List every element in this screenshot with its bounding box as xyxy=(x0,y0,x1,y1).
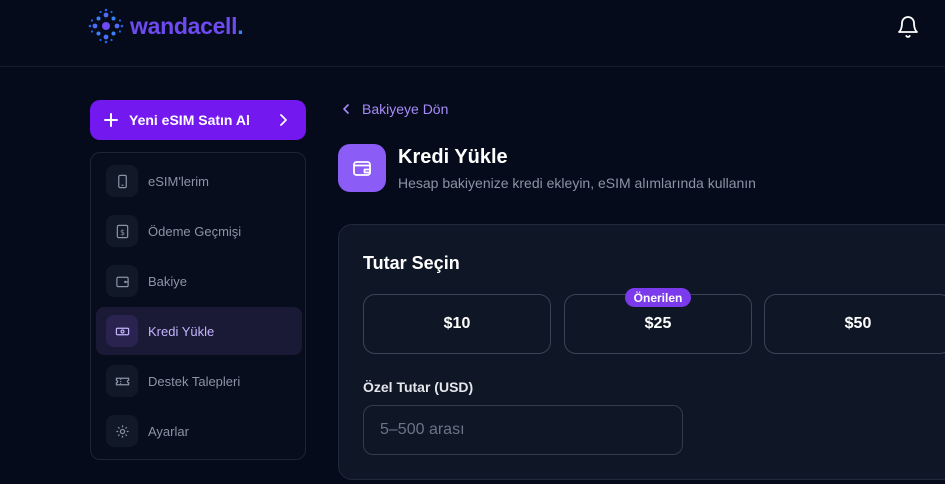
sidebar-item-label: Bakiye xyxy=(148,273,188,289)
amount-card: Tutar Seçin $10 $25 $50 Önerilen Özel Tu… xyxy=(338,224,945,480)
phone-icon xyxy=(106,165,138,197)
svg-text:$: $ xyxy=(119,227,124,236)
buy-esim-label: Yeni eSIM Satın Al xyxy=(129,112,250,128)
chevron-right-icon xyxy=(280,114,287,126)
sidebar-item-balance[interactable]: Bakiye xyxy=(96,257,302,305)
page-subtitle: Hesap bakiyenize kredi ekleyin, eSIM alı… xyxy=(398,175,756,191)
wallet-icon xyxy=(338,144,386,192)
amount-option-10[interactable]: $10 xyxy=(363,294,551,354)
sidebar-item-settings[interactable]: Ayarlar xyxy=(96,407,302,455)
card-title: Tutar Seçin xyxy=(363,253,460,273)
sidebar-item-top-up[interactable]: Kredi Yükle xyxy=(96,307,302,355)
sidebar-item-payment-history[interactable]: $ Ödeme Geçmişi xyxy=(96,207,302,255)
money-icon xyxy=(106,315,138,347)
logo-mark-icon xyxy=(88,8,124,44)
logo[interactable]: wandacell. xyxy=(88,8,244,44)
gear-icon xyxy=(106,415,138,447)
buy-esim-button[interactable]: Yeni eSIM Satın Al xyxy=(90,100,306,140)
page-title: Kredi Yükle xyxy=(398,146,508,168)
custom-amount-input[interactable] xyxy=(363,405,683,455)
sidebar-item-label: Ayarlar xyxy=(148,423,189,439)
wallet-icon xyxy=(106,265,138,297)
logo-wordmark: wandacell xyxy=(130,12,238,39)
plus-icon xyxy=(104,113,118,127)
bell-icon[interactable] xyxy=(896,15,920,39)
recommended-badge: Önerilen xyxy=(625,288,691,307)
sidebar-item-support-tickets[interactable]: Destek Talepleri xyxy=(96,357,302,405)
back-link[interactable]: Bakiyeye Dön xyxy=(340,101,448,117)
sidebar-item-label: eSIM'lerim xyxy=(148,173,209,189)
sidebar-item-esims[interactable]: eSIM'lerim xyxy=(96,157,302,205)
sidebar-item-label: Destek Talepleri xyxy=(148,373,241,389)
sidebar-nav: eSIM'lerim $ Ödeme Geçmişi Bakiye Kredi … xyxy=(90,152,306,460)
custom-amount-label: Özel Tutar (USD) xyxy=(363,379,474,395)
logo-text: wandacell. xyxy=(130,12,244,40)
sidebar-item-label: Kredi Yükle xyxy=(148,323,215,339)
logo-dot: . xyxy=(237,12,244,39)
sidebar-item-label: Ödeme Geçmişi xyxy=(148,223,242,239)
amount-option-50[interactable]: $50 xyxy=(764,294,945,354)
top-header: wandacell. xyxy=(0,0,945,67)
chevron-left-icon xyxy=(343,104,349,114)
ticket-icon xyxy=(106,365,138,397)
receipt-icon: $ xyxy=(106,215,138,247)
back-label: Bakiyeye Dön xyxy=(362,101,449,117)
